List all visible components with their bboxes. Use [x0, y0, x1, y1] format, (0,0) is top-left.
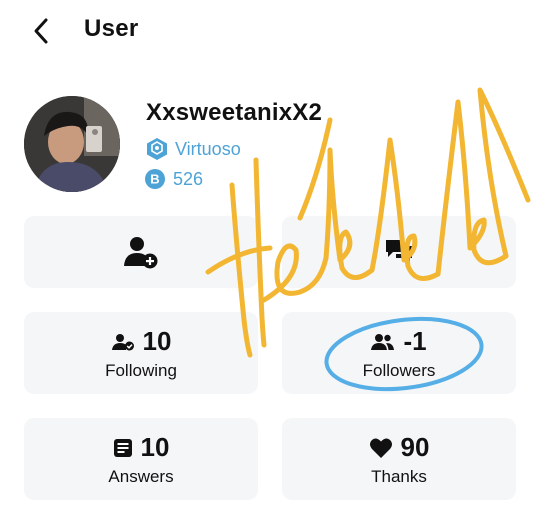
followers-count: -1 [403, 326, 427, 356]
chevron-left-icon [34, 18, 48, 44]
back-button[interactable] [28, 14, 56, 48]
followers-icon [371, 333, 395, 350]
message-icon [386, 240, 412, 263]
answers-label: Answers [108, 467, 174, 486]
answers-stat[interactable]: 10 Answers [24, 418, 258, 500]
rank-label: Virtuoso [175, 138, 241, 159]
page-title: User [84, 15, 139, 42]
add-friend-button[interactable] [24, 216, 258, 288]
answers-count: 10 [140, 432, 170, 462]
followers-stat[interactable]: -1 Followers [282, 312, 516, 394]
add-friend-icon [124, 237, 158, 269]
avatar [24, 96, 120, 192]
heart-icon [369, 438, 392, 458]
brainly-points-icon: B [145, 169, 165, 189]
points-row: B 526 [145, 167, 203, 191]
thanks-label: Thanks [371, 467, 427, 486]
top-bar: User [0, 0, 540, 60]
following-count: 10 [142, 326, 172, 356]
rank-row: Virtuoso [145, 137, 241, 161]
following-stat[interactable]: 10 Following [24, 312, 258, 394]
followers-label: Followers [362, 361, 436, 380]
message-button[interactable] [282, 216, 516, 288]
thanks-stat[interactable]: 90 Thanks [282, 418, 516, 500]
svg-text:B: B [150, 172, 159, 187]
answers-icon [113, 438, 132, 457]
following-icon [111, 333, 134, 350]
following-label: Following [105, 361, 177, 380]
virtuoso-badge-icon [147, 138, 167, 160]
username: XxsweetanixX2 [146, 99, 323, 126]
thanks-count: 90 [400, 432, 430, 462]
points-value: 526 [173, 168, 204, 189]
